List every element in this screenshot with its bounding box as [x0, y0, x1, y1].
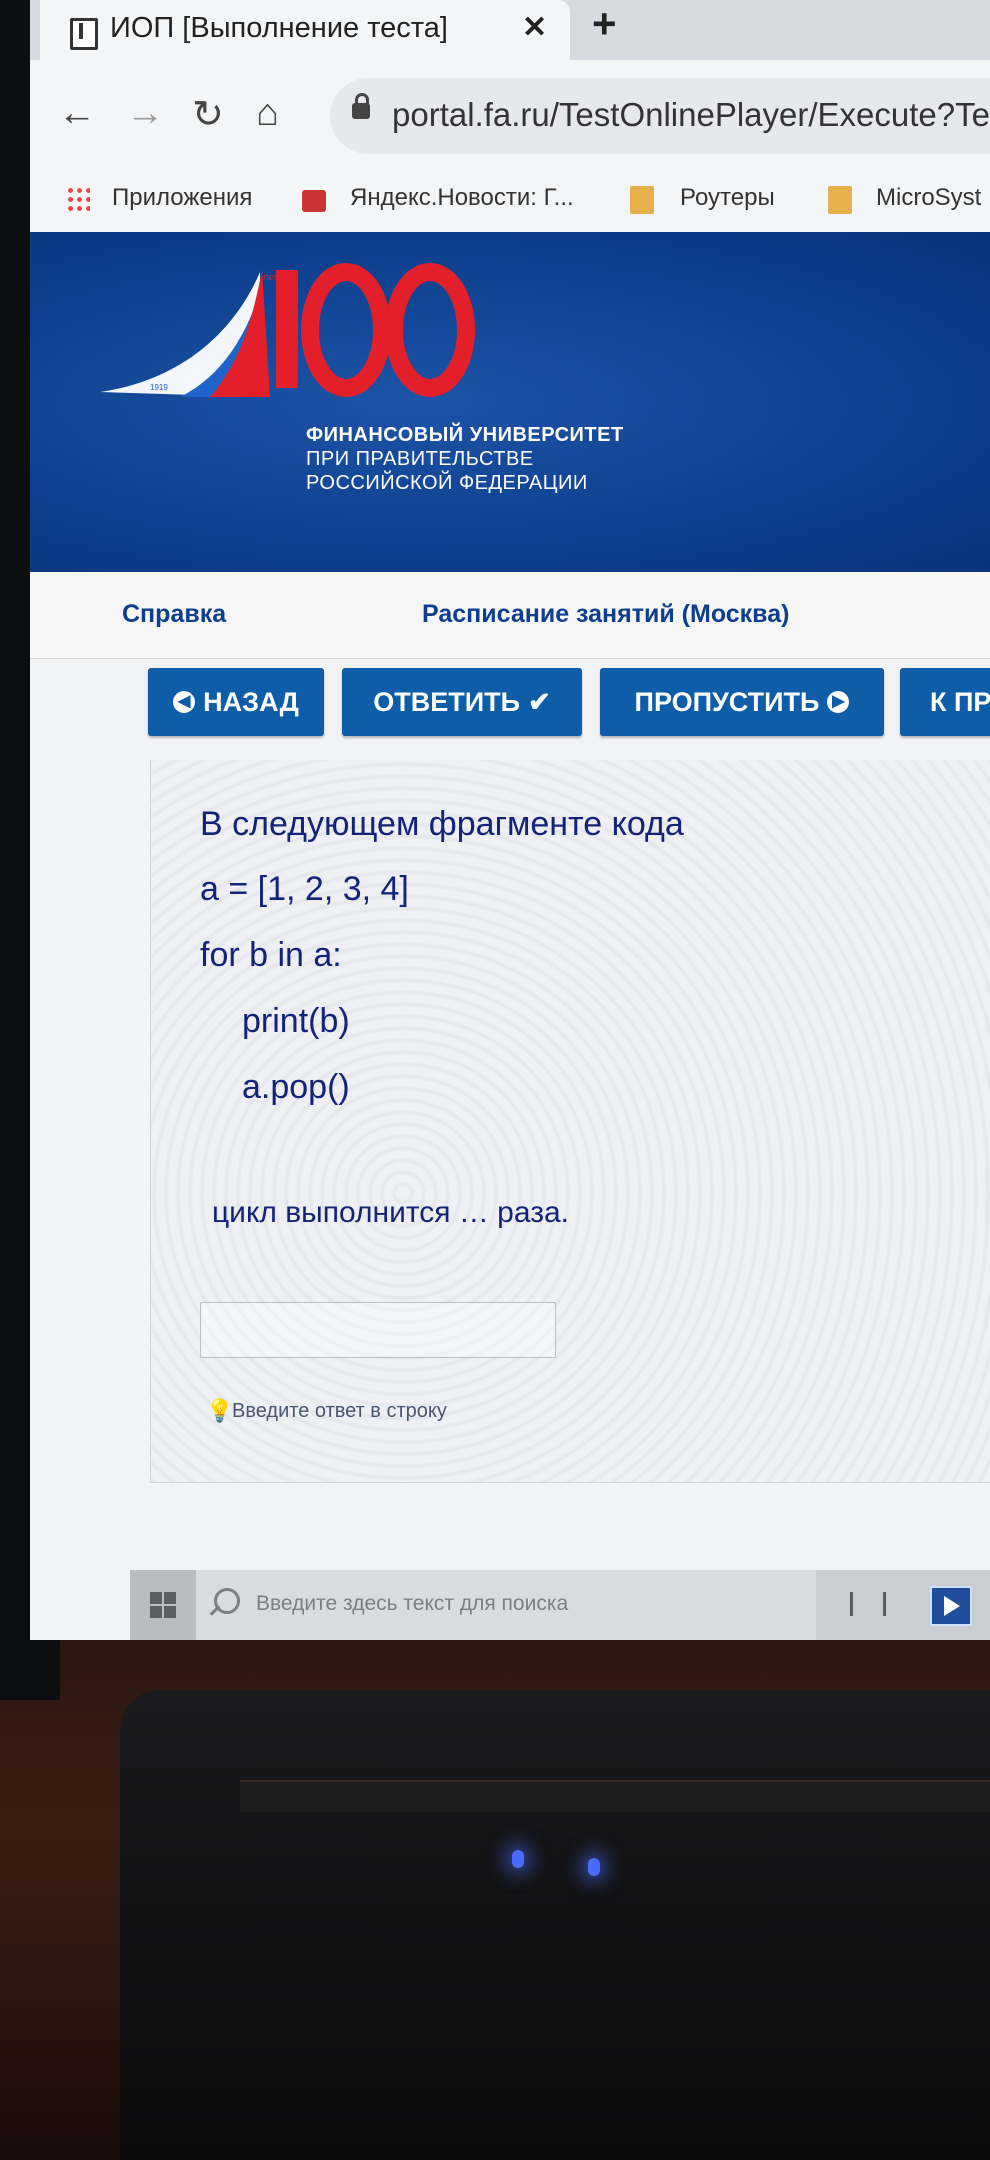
- taskbar: Введите здесь текст для поиска: [130, 1570, 990, 1640]
- next-button[interactable]: К ПР: [900, 668, 990, 736]
- yandex-news-icon: [302, 190, 326, 212]
- code-line-4: a.pop(): [242, 1068, 350, 1106]
- screen: ИОП [Выполнение теста] ✕ + ← → ↻ ⌂ porta…: [30, 0, 990, 1640]
- arrow-left-circle-icon: ◀: [173, 691, 196, 713]
- site-header: лет 1919 ФИНАНСОВЫЙ УНИВЕРСИТЕТ ПРИ ПРАВ…: [30, 232, 990, 572]
- bookmark-apps[interactable]: Приложения: [112, 184, 252, 212]
- answer-button-label: ОТВЕТИТЬ: [373, 686, 521, 717]
- code-line-3: print(b): [242, 1002, 350, 1040]
- lock-icon: [352, 93, 370, 119]
- bookmark-microsyst[interactable]: MicroSyst: [876, 184, 981, 212]
- university-name-line-1: ФИНАНСОВЫЙ УНИВЕРСИТЕТ: [306, 424, 624, 446]
- skip-button[interactable]: ПРОПУСТИТЬ ▶: [600, 668, 884, 736]
- taskbar-search-placeholder: Введите здесь текст для поиска: [256, 1592, 569, 1615]
- answer-button[interactable]: ОТВЕТИТЬ ✔: [342, 668, 582, 736]
- close-tab-icon[interactable]: ✕: [522, 10, 547, 45]
- bookmarks-bar: Приложения Яндекс.Новости: Г... Роутеры …: [30, 172, 990, 233]
- browser-tab[interactable]: ИОП [Выполнение теста] ✕: [40, 0, 570, 60]
- arrow-right-circle-icon: ▶: [827, 691, 850, 713]
- folder-icon: [828, 186, 852, 214]
- reload-icon[interactable]: ↻: [192, 92, 224, 137]
- next-button-label: К ПР: [930, 686, 990, 717]
- home-icon[interactable]: ⌂: [256, 92, 279, 135]
- laptop-base: [120, 1690, 990, 2160]
- search-icon: [214, 1588, 240, 1614]
- task-view-icon[interactable]: [850, 1592, 886, 1616]
- url-field[interactable]: portal.fa.ru/TestOnlinePlayer/Execute?Te…: [330, 78, 990, 154]
- answer-input[interactable]: [200, 1302, 556, 1358]
- lightbulb-icon: 💡: [206, 1398, 234, 1423]
- url-text: portal.fa.ru/TestOnlinePlayer/Execute?Te…: [392, 96, 990, 133]
- checkmark-icon: ✔: [528, 686, 551, 717]
- university-name-line-3: РОССИЙСКОЙ ФЕДЕРАЦИИ: [306, 472, 588, 494]
- new-tab-button[interactable]: +: [592, 0, 617, 48]
- skip-button-label: ПРОПУСТИТЬ: [634, 686, 820, 717]
- question-panel: [150, 760, 990, 1483]
- tab-title: ИОП [Выполнение теста]: [110, 12, 448, 44]
- back-arrow-icon[interactable]: ←: [58, 92, 96, 135]
- tab-bar: ИОП [Выполнение теста] ✕ +: [30, 0, 990, 60]
- question-intro: В следующем фрагменте кода: [200, 805, 684, 843]
- code-line-2: for b in a:: [200, 936, 342, 974]
- forward-arrow-icon[interactable]: →: [126, 92, 164, 135]
- address-bar-row: ← → ↻ ⌂ portal.fa.ru/TestOnlinePlayer/Ex…: [30, 60, 990, 172]
- media-app-icon[interactable]: [930, 1586, 972, 1626]
- page-favicon-icon: [70, 18, 98, 50]
- university-name-line-2: ПРИ ПРАВИТЕЛЬСТВЕ: [306, 448, 534, 470]
- back-button-label: НАЗАД: [203, 686, 299, 717]
- university-logo[interactable]: лет 1919: [80, 252, 640, 552]
- back-button[interactable]: ◀ НАЗАД: [148, 668, 324, 736]
- nav-help-link[interactable]: Справка: [122, 600, 226, 629]
- answer-hint: Введите ответ в строку: [232, 1400, 447, 1422]
- code-line-1: a = [1, 2, 3, 4]: [200, 870, 409, 908]
- status-led: [588, 1858, 600, 1876]
- laptop-hinge: [240, 1780, 990, 1812]
- bookmark-routers[interactable]: Роутеры: [680, 184, 775, 212]
- apps-grid-icon: [66, 186, 90, 214]
- start-button[interactable]: [130, 1570, 196, 1640]
- windows-logo-icon: [150, 1592, 176, 1618]
- folder-icon: [630, 186, 654, 214]
- question-prompt: цикл выполнится … раза.: [212, 1196, 569, 1229]
- power-led: [512, 1850, 524, 1868]
- site-nav: Справка Расписание занятий (Москва): [30, 572, 990, 659]
- taskbar-search-box[interactable]: Введите здесь текст для поиска: [196, 1570, 816, 1640]
- logo-years-label: лет: [263, 272, 277, 282]
- bookmark-yandex-news[interactable]: Яндекс.Новости: Г...: [350, 184, 574, 212]
- logo-founding-year: 1919: [150, 383, 168, 392]
- nav-schedule-link[interactable]: Расписание занятий (Москва): [422, 600, 789, 629]
